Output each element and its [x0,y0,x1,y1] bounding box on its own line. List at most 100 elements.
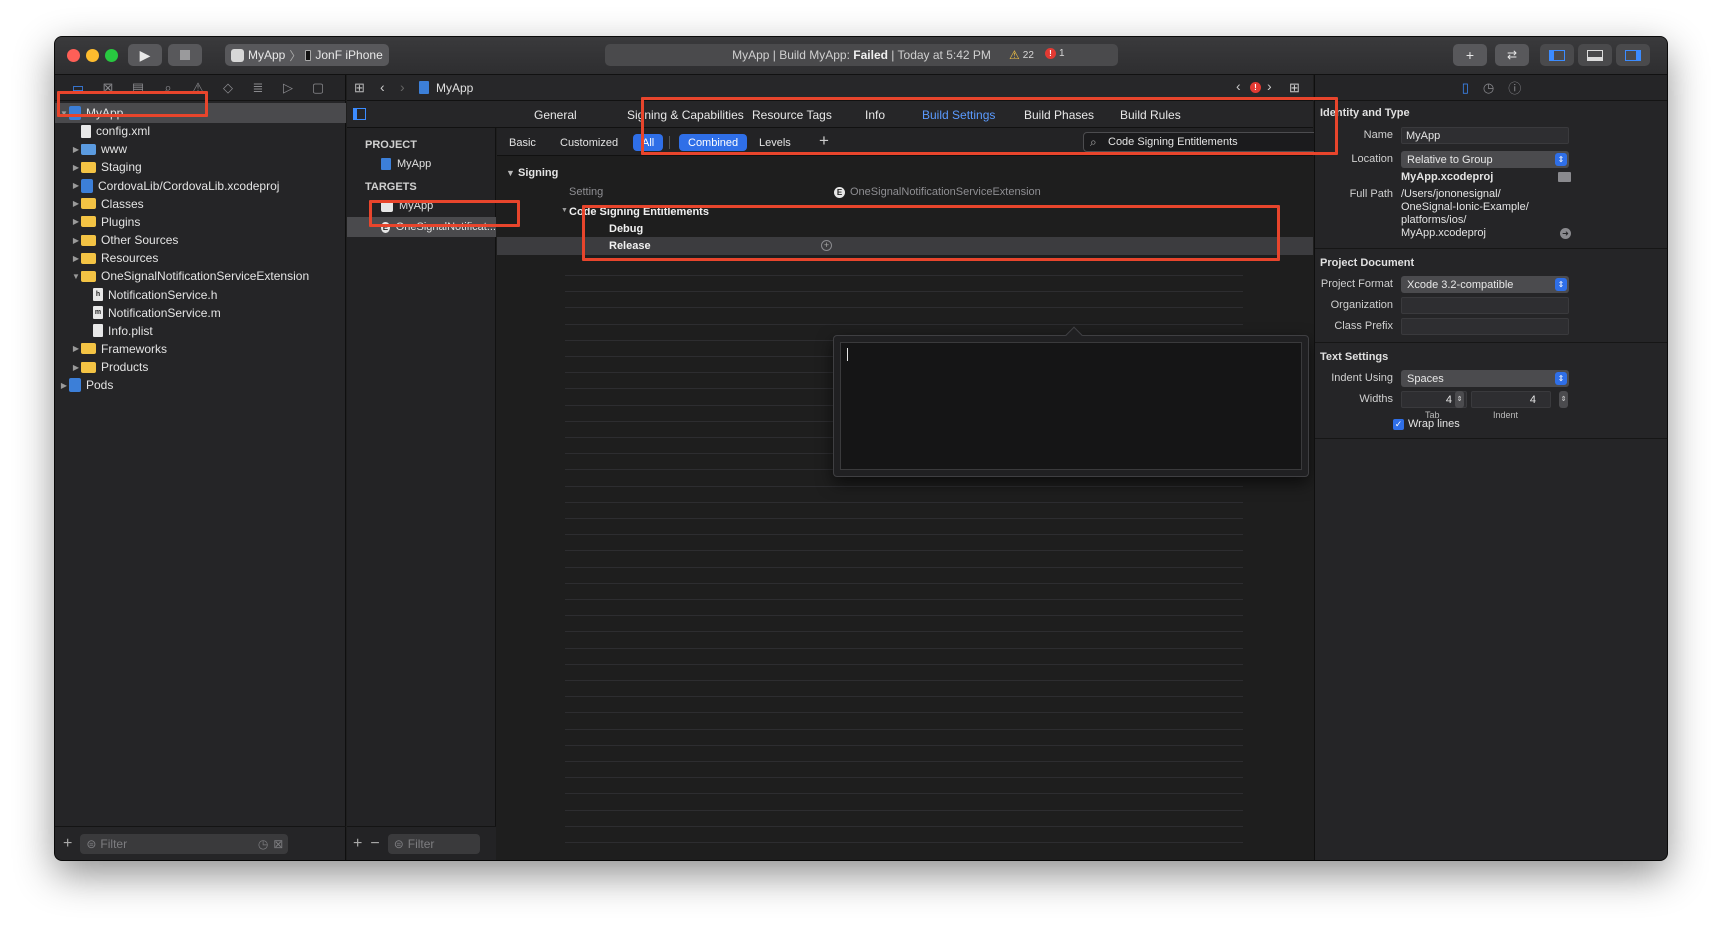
tab-resource-tags[interactable]: Resource Tags [752,108,832,122]
warning-badge[interactable]: ⚠ 22 [1009,48,1034,62]
tree-item[interactable]: config.xml [55,121,346,141]
view-combined-button[interactable]: Combined [679,134,748,151]
back-icon[interactable]: ‹ [380,79,385,95]
error-icon[interactable]: ! [1250,82,1261,93]
disclosure-right-icon[interactable]: ▶ [71,363,81,372]
disclosure-right-icon[interactable]: ▶ [71,163,81,172]
zoom-window-button[interactable] [105,49,118,62]
add-icon[interactable]: + [63,835,72,853]
toggle-inspector-button[interactable] [1616,44,1650,66]
tree-item[interactable]: ▶ Resources [55,248,346,268]
project-item[interactable]: MyApp [347,154,496,174]
next-issue-icon[interactable]: › [1267,78,1272,94]
organization-field[interactable] [1401,297,1569,314]
tab-build-rules[interactable]: Build Rules [1120,108,1181,122]
indent-width-stepper[interactable]: ⇕ [1559,391,1568,408]
tree-item[interactable]: ▶ Plugins [55,212,346,232]
breadcrumb[interactable]: MyApp [436,81,473,95]
add-condition-icon[interactable]: + [821,240,832,251]
tree-item[interactable]: ▼ MyApp [55,103,346,123]
help-icon[interactable]: ⓘ [1508,78,1521,97]
tree-item[interactable]: ▼ OneSignalNotificationServiceExtension [55,266,346,286]
target-onesignal-extension[interactable]: E OneSignalNotificat... [347,217,496,237]
activity-view[interactable]: MyApp | Build MyApp: Failed | Today at 5… [605,44,1118,66]
disclosure-right-icon[interactable]: ▶ [71,344,81,353]
disclosure-right-icon[interactable]: ▶ [71,254,81,263]
navigator-filter-field[interactable]: ⊜ Filter ◷ ⊠ [80,833,289,854]
disclosure-right-icon[interactable]: ▶ [71,181,81,190]
filter-all-button[interactable]: All [633,134,664,151]
indent-using-select[interactable]: Spaces ⇕ [1401,370,1569,387]
minimize-window-button[interactable] [86,49,99,62]
run-button[interactable]: ▶ [128,44,162,66]
tree-item[interactable]: ▶ www [55,139,346,159]
tree-item[interactable]: ▶ Frameworks [55,339,346,359]
folder-icon[interactable]: ▭ [69,80,87,96]
toggle-navigator-button[interactable] [1540,44,1574,66]
remove-target-icon[interactable]: − [370,835,379,853]
class-prefix-field[interactable] [1401,318,1569,335]
tree-item[interactable]: ▶ Staging [55,157,346,177]
issue-icon[interactable]: ⚠ [189,80,207,96]
prev-issue-icon[interactable]: ‹ [1236,78,1241,94]
forward-icon[interactable]: › [400,79,405,95]
report-icon[interactable]: ▢ [309,80,327,96]
tree-item[interactable]: ▶ Products [55,357,346,377]
code-review-button[interactable]: ⇄ [1495,44,1529,66]
tree-item[interactable]: ▶ CordovaLib/CordovaLib.xcodeproj [55,176,346,196]
add-target-icon[interactable]: + [353,835,362,853]
tab-general[interactable]: General [534,108,577,122]
targets-filter-field[interactable]: ⊜ Filter [387,833,480,854]
disclosure-right-icon[interactable]: ▶ [71,236,81,245]
tab-info[interactable]: Info [865,108,885,122]
history-icon[interactable]: ◷ [1483,80,1494,96]
debug-icon[interactable]: ≣ [249,80,267,96]
tab-width-stepper[interactable]: ⇕ [1455,391,1464,408]
filter-customized-button[interactable]: Customized [551,134,627,151]
tree-item[interactable]: ▶ Classes [55,194,346,214]
setting-release[interactable]: Release [609,240,651,252]
location-select[interactable]: Relative to Group ⇕ [1401,151,1569,168]
disclosure-down-icon[interactable]: ▼ [59,109,69,118]
setting-debug[interactable]: Debug [609,223,643,235]
scm-filter-icon[interactable]: ⊠ [273,837,283,851]
tab-build-settings[interactable]: Build Settings [922,108,995,122]
add-setting-icon[interactable]: + [819,131,829,151]
disclosure-right-icon[interactable]: ▶ [71,145,81,154]
disclosure-right-icon[interactable]: ▶ [71,199,81,208]
tab-build-phases[interactable]: Build Phases [1024,108,1094,122]
folder-icon[interactable] [1558,172,1571,182]
tree-item[interactable]: Info.plist [55,321,346,341]
tree-item[interactable]: h NotificationService.h [55,285,346,305]
reveal-in-finder-icon[interactable]: ➜ [1560,228,1571,239]
test-icon[interactable]: ◇ [219,80,237,96]
target-myapp[interactable]: MyApp [347,196,496,216]
stop-button[interactable] [168,44,202,66]
section-signing[interactable]: ▼ Signing [506,167,558,179]
wrap-lines-checkbox[interactable]: ✓ [1393,419,1404,430]
tree-item[interactable]: ▶ Pods [55,375,346,395]
view-levels-button[interactable]: Levels [750,134,800,151]
toggle-debug-area-button[interactable] [1578,44,1612,66]
format-select[interactable]: Xcode 3.2-compatible ⇕ [1401,276,1569,293]
tree-item[interactable]: ▶ Other Sources [55,230,346,250]
recent-icon[interactable]: ◷ [258,837,268,851]
value-text-area[interactable] [840,342,1302,470]
grid-icon[interactable]: ⊞ [354,80,365,96]
library-button[interactable]: + [1453,44,1487,66]
show-targets-icon[interactable] [353,108,366,120]
indent-width-field[interactable]: 4 [1471,391,1551,408]
disclosure-down-icon[interactable]: ▼ [71,272,81,281]
setting-code-signing-entitlements[interactable]: ▼ Code Signing Entitlements [561,206,709,218]
error-badge[interactable]: ! 1 [1045,48,1065,59]
name-field[interactable]: MyApp [1401,127,1569,144]
disclosure-right-icon[interactable]: ▶ [71,217,81,226]
source-control-icon[interactable]: ⊠ [99,80,117,96]
filter-basic-button[interactable]: Basic [500,134,545,151]
breakpoint-icon[interactable]: ▷ [279,80,297,96]
tab-signing-capabilities[interactable]: Signing & Capabilities [627,108,744,122]
search-icon[interactable]: ⌕ [159,80,177,96]
file-inspector-icon[interactable]: ▯ [1462,80,1469,96]
symbol-icon[interactable]: ▤ [129,80,147,96]
tree-item[interactable]: m NotificationService.m [55,303,346,323]
